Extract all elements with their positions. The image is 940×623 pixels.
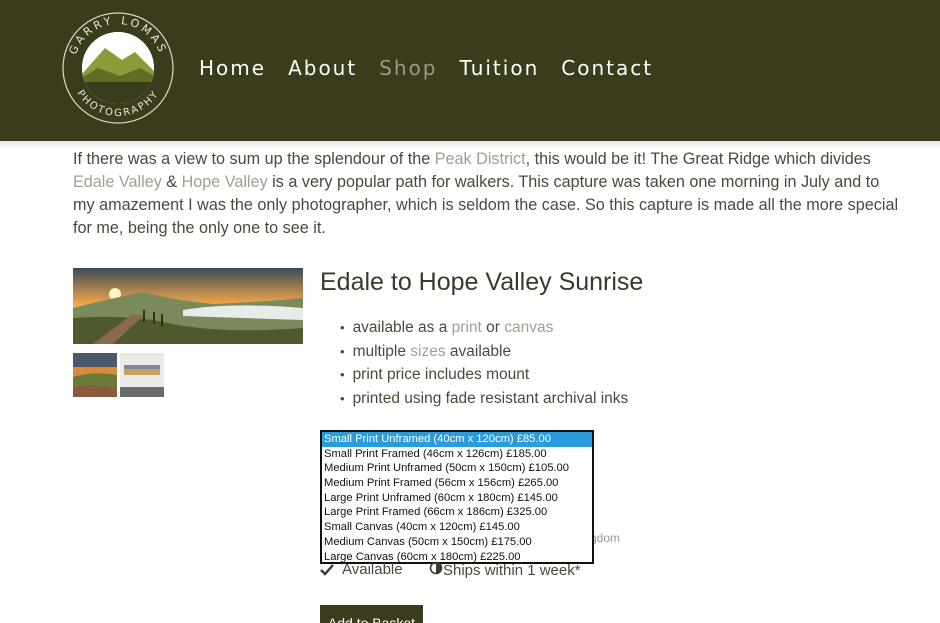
product-features: available as a print or canvas multiple … xyxy=(340,316,629,411)
size-option[interactable]: Medium Print Unframed (50cm x 150cm) £10… xyxy=(322,461,592,476)
feature-item: printed using fade resistant archival in… xyxy=(340,387,629,411)
site-logo[interactable]: GARRY LOMAS PHOTOGRAPHY xyxy=(60,10,176,126)
size-option[interactable]: Small Print Framed (46cm x 126cm) £185.0… xyxy=(322,447,592,462)
size-option[interactable]: Medium Canvas (50cm x 150cm) £175.00 xyxy=(322,535,592,550)
feature-item: available as a print or canvas xyxy=(340,316,628,340)
feature-item: multiple sizes available xyxy=(340,340,628,364)
size-option[interactable]: Large Print Framed (66cm x 186cm) £325.0… xyxy=(322,505,592,520)
shipping-region-text: gdom xyxy=(590,531,621,545)
nav-contact[interactable]: Contact xyxy=(561,56,653,80)
print-link[interactable]: print xyxy=(452,319,482,336)
check-icon xyxy=(320,563,334,577)
thumbnail-sunrise[interactable] xyxy=(73,353,117,397)
peak-district-link[interactable]: Peak District xyxy=(435,150,526,168)
nav-about[interactable]: About xyxy=(288,56,357,80)
product-title: Edale to Hope Valley Sunrise xyxy=(320,268,644,296)
size-select-dropdown[interactable]: Small Print Unframed (40cm x 120cm) £85.… xyxy=(320,430,594,564)
shipping-status: Ships within 1 week* xyxy=(429,561,581,579)
size-option[interactable]: Small Canvas (40cm x 120cm) £145.00 xyxy=(322,520,592,535)
feature-item: print price includes mount xyxy=(340,363,628,387)
site-header: GARRY LOMAS PHOTOGRAPHY Home About Shop … xyxy=(0,0,940,141)
add-to-basket-button[interactable]: Add to Basket xyxy=(320,605,423,623)
nav-shop[interactable]: Shop xyxy=(379,56,437,80)
main-nav: Home About Shop Tuition Contact xyxy=(199,56,675,80)
sizes-link[interactable]: sizes xyxy=(410,343,445,360)
shipping-label: Ships within 1 week* xyxy=(443,561,581,579)
canvas-link[interactable]: canvas xyxy=(504,319,553,336)
half-circle-icon xyxy=(429,561,443,579)
size-option[interactable]: Medium Print Framed (56cm x 156cm) £265.… xyxy=(322,476,592,491)
nav-home[interactable]: Home xyxy=(199,56,266,80)
size-option[interactable]: Large Print Unframed (60cm x 180cm) £145… xyxy=(322,491,592,506)
nav-tuition[interactable]: Tuition xyxy=(460,56,540,80)
hope-valley-link[interactable]: Hope Valley xyxy=(182,173,268,191)
availability-status: Available xyxy=(320,561,403,578)
size-option[interactable]: Small Print Unframed (40cm x 120cm) £85.… xyxy=(322,432,592,447)
thumbnail-room-view[interactable] xyxy=(120,353,164,397)
edale-valley-link[interactable]: Edale Valley xyxy=(73,173,162,191)
availability-label: Available xyxy=(342,561,403,578)
product-main-image[interactable] xyxy=(73,268,303,344)
intro-paragraph: If there was a view to sum up the splend… xyxy=(73,150,899,237)
logo-mountain-icon: GARRY LOMAS PHOTOGRAPHY xyxy=(62,12,174,124)
